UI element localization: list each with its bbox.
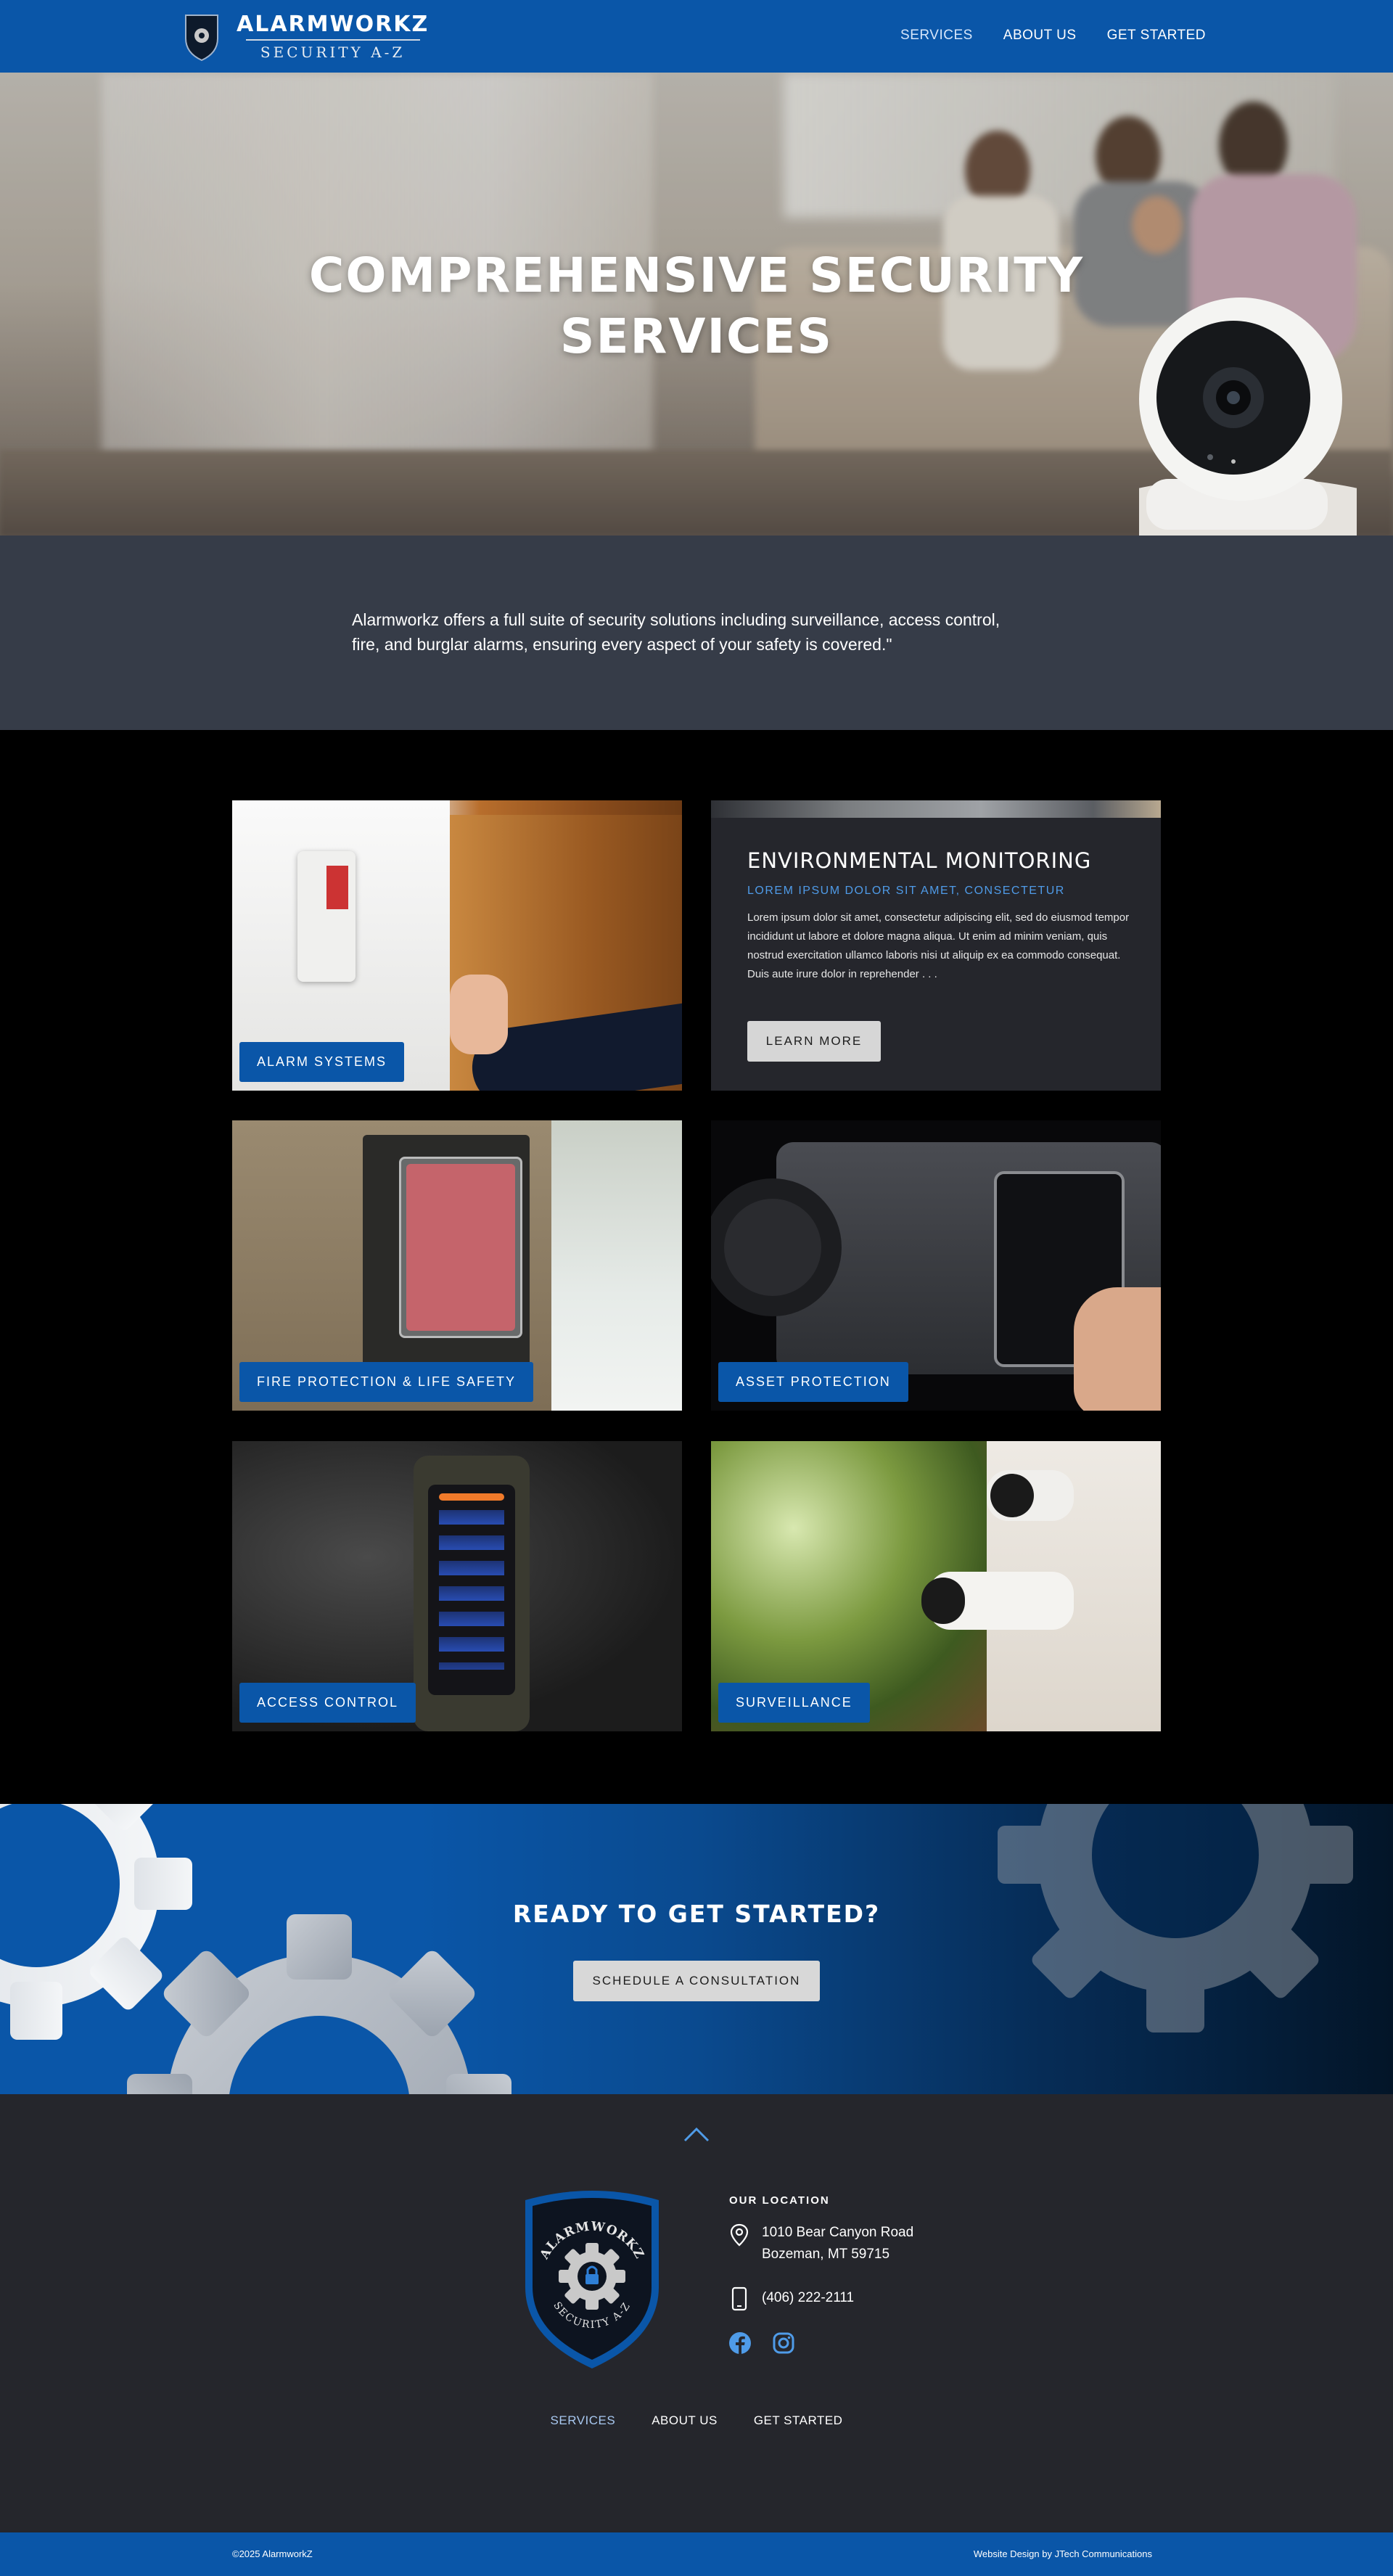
- hero-title-line-1: COMPREHENSIVE SECURITY: [308, 247, 1085, 303]
- featured-card-subtitle: LOREM IPSUM DOLOR SIT AMET, CONSECTETUR: [747, 885, 1065, 897]
- tile-photo-hand: [450, 975, 508, 1054]
- service-tile-asset-protection[interactable]: ASSET PROTECTION: [711, 1120, 1161, 1411]
- featured-card-image-strip: [711, 800, 1161, 818]
- instagram-icon[interactable]: [772, 2331, 795, 2355]
- nav-services[interactable]: SERVICES: [900, 25, 973, 46]
- site-logo[interactable]: ALARMWORKZ SECURITY A-Z: [181, 7, 429, 65]
- facebook-icon[interactable]: [728, 2331, 752, 2355]
- tile-photo-trees: [551, 1120, 682, 1411]
- footer-nav-about-us[interactable]: ABOUT US: [652, 2413, 718, 2428]
- security-camera-icon: [1139, 298, 1357, 536]
- learn-more-button[interactable]: LEARN MORE: [747, 1021, 881, 1062]
- design-credit-link[interactable]: Website Design by JTech Communications: [974, 2548, 1152, 2559]
- site-header: ALARMWORKZ SECURITY A-Z SERVICES ABOUT U…: [0, 0, 1393, 73]
- location-heading: OUR LOCATION: [729, 2194, 830, 2207]
- bottom-bar: ©2025 AlarmworkZ Website Design by JTech…: [0, 2532, 1393, 2576]
- service-tile-surveillance[interactable]: SURVEILLANCE: [711, 1441, 1161, 1731]
- logo-divider: [245, 38, 420, 41]
- brand-name: ALARMWORKZ: [237, 11, 430, 37]
- tile-photo-hand: [1074, 1287, 1161, 1411]
- intro-text: Alarmworkz offers a full suite of securi…: [352, 610, 1000, 654]
- map-pin-icon: [730, 2223, 749, 2247]
- tile-photo-camera-1-lens: [990, 1474, 1034, 1517]
- footer-nav-get-started[interactable]: GET STARTED: [754, 2413, 843, 2428]
- phone-number[interactable]: (406) 222-2111: [762, 2290, 854, 2306]
- scroll-to-top-icon[interactable]: [682, 2125, 711, 2144]
- featured-card-title: ENVIRONMENTAL MONITORING: [747, 848, 1092, 873]
- nav-about-us[interactable]: ABOUT US: [1003, 25, 1077, 46]
- main-nav: SERVICES ABOUT US GET STARTED: [900, 25, 1206, 46]
- footer-nav: SERVICES ABOUT US GET STARTED: [0, 2413, 1393, 2428]
- shield-logo-icon: [185, 15, 218, 62]
- tile-label-asset-protection[interactable]: ASSET PROTECTION: [718, 1362, 908, 1402]
- services-section: ALARM SYSTEMS ENVIRONMENTAL MONITORING L…: [0, 730, 1393, 1804]
- tile-photo-keypad-screen: [326, 866, 348, 909]
- address-line-1: 1010 Bear Canyon Road: [762, 2225, 914, 2240]
- alarmworkz-badge-logo-icon: ALARMWORKZ SECURITY A-Z: [525, 2191, 659, 2368]
- tile-label-surveillance[interactable]: SURVEILLANCE: [718, 1683, 870, 1723]
- service-tile-access-control[interactable]: ACCESS CONTROL: [232, 1441, 682, 1731]
- hero-title: COMPREHENSIVE SECURITY SERVICES: [261, 245, 1132, 367]
- site-footer: ALARMWORKZ SECURITY A-Z OUR LOCATION 101…: [0, 2094, 1393, 2532]
- nav-get-started[interactable]: GET STARTED: [1107, 25, 1206, 46]
- hero-title-line-2: SERVICES: [559, 308, 834, 364]
- tile-label-fire-protection[interactable]: FIRE PROTECTION & LIFE SAFETY: [239, 1362, 534, 1402]
- copyright-text: ©2025 AlarmworkZ: [232, 2548, 313, 2559]
- cta-section: READY TO GET STARTED? SCHEDULE A CONSULT…: [0, 1804, 1393, 2094]
- tile-label-access-control[interactable]: ACCESS CONTROL: [239, 1683, 416, 1723]
- tile-label-alarm-systems[interactable]: ALARM SYSTEMS: [239, 1042, 405, 1082]
- intro-section: Alarmworkz offers a full suite of securi…: [0, 536, 1393, 730]
- featured-service-card: ENVIRONMENTAL MONITORING LOREM IPSUM DOL…: [711, 800, 1161, 1091]
- mobile-phone-icon: [731, 2286, 747, 2311]
- hero-banner: COMPREHENSIVE SECURITY SERVICES: [0, 73, 1393, 536]
- tile-photo-led: [439, 1493, 504, 1501]
- footer-nav-services[interactable]: SERVICES: [551, 2413, 616, 2428]
- tile-photo-keys: [439, 1510, 504, 1670]
- service-tile-alarm-systems[interactable]: ALARM SYSTEMS: [232, 800, 682, 1091]
- schedule-consultation-button[interactable]: SCHEDULE A CONSULTATION: [573, 1961, 820, 2001]
- address-line-2: Bozeman, MT 59715: [762, 2247, 890, 2262]
- cta-title: READY TO GET STARTED?: [512, 1900, 881, 1928]
- gear-icon: [127, 1914, 511, 2094]
- tile-photo-cover: [399, 1157, 522, 1338]
- featured-card-body: Lorem ipsum dolor sit amet, consectetur …: [747, 911, 1130, 980]
- tile-photo-camera-2-lens: [921, 1578, 965, 1624]
- brand-tagline: SECURITY A-Z: [260, 43, 406, 61]
- service-tile-fire-protection[interactable]: FIRE PROTECTION & LIFE SAFETY: [232, 1120, 682, 1411]
